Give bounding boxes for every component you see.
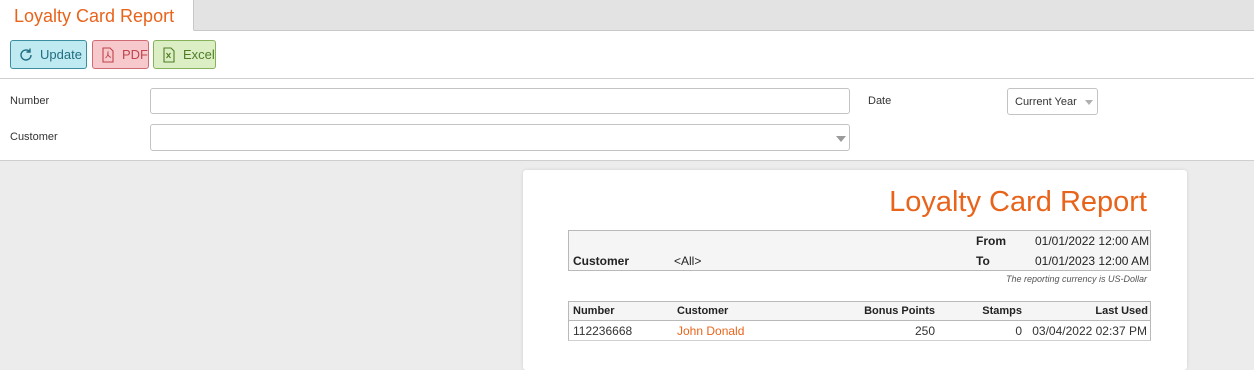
column-customer: Customer [677,305,729,317]
pdf-button[interactable]: PDF [92,40,149,69]
filter-panel: Number Date Current Year Customer [0,79,1254,161]
customer-select[interactable] [150,124,850,151]
currency-note: The reporting currency is US-Dollar [1005,274,1147,284]
table-row: 112236668 John Donald 250 0 03/04/2022 0… [568,321,1151,341]
cell-stamps: 0 [1015,324,1022,338]
cell-number: 112236668 [573,324,633,338]
excel-button[interactable]: Excel [153,40,216,69]
caret-down-icon [1085,100,1093,105]
report-title: Loyalty Card Report [889,186,1147,218]
refresh-icon [18,47,34,63]
number-input[interactable] [150,88,850,114]
column-number: Number [573,305,615,317]
from-value: 01/01/2022 12:00 AM [1035,234,1150,248]
toolbar: Update PDF Excel [0,31,1254,79]
cell-bonus-points: 250 [914,324,935,338]
from-label: From [976,234,1006,248]
tab-loyalty-card-report[interactable]: Loyalty Card Report [0,0,194,31]
column-bonus-points: Bonus Points [864,305,935,317]
loyalty-card-table: Number Customer Bonus Points Stamps Last… [568,301,1151,341]
tab-bar: Loyalty Card Report [0,0,1254,31]
date-select-value: Current Year [1015,96,1077,108]
excel-file-icon [161,46,177,63]
table-header: Number Customer Bonus Points Stamps Last… [568,301,1151,321]
caret-down-icon [836,136,846,142]
date-label: Date [868,95,892,107]
number-label: Number [10,95,50,107]
column-stamps: Stamps [982,305,1022,317]
date-select[interactable]: Current Year [1007,88,1098,115]
cell-last-used: 03/04/2022 02:37 PM [1032,324,1147,338]
customer-param-label: Customer [573,254,630,268]
update-label: Update [40,47,82,62]
customer-link[interactable]: John Donald [677,324,744,338]
report-document: Loyalty Card Report From 01/01/2022 12:0… [523,170,1187,370]
to-label: To [976,254,990,268]
report-parameters: From 01/01/2022 12:00 AM Customer <All> … [568,230,1151,271]
column-last-used: Last Used [1095,305,1148,317]
to-value: 01/01/2023 12:00 AM [1035,254,1150,268]
tab-title: Loyalty Card Report [14,6,175,26]
excel-label: Excel [183,47,215,62]
customer-param-value: <All> [674,254,702,268]
update-button[interactable]: Update [10,40,87,69]
pdf-label: PDF [122,47,148,62]
pdf-file-icon [100,46,116,63]
customer-label: Customer [10,131,58,143]
